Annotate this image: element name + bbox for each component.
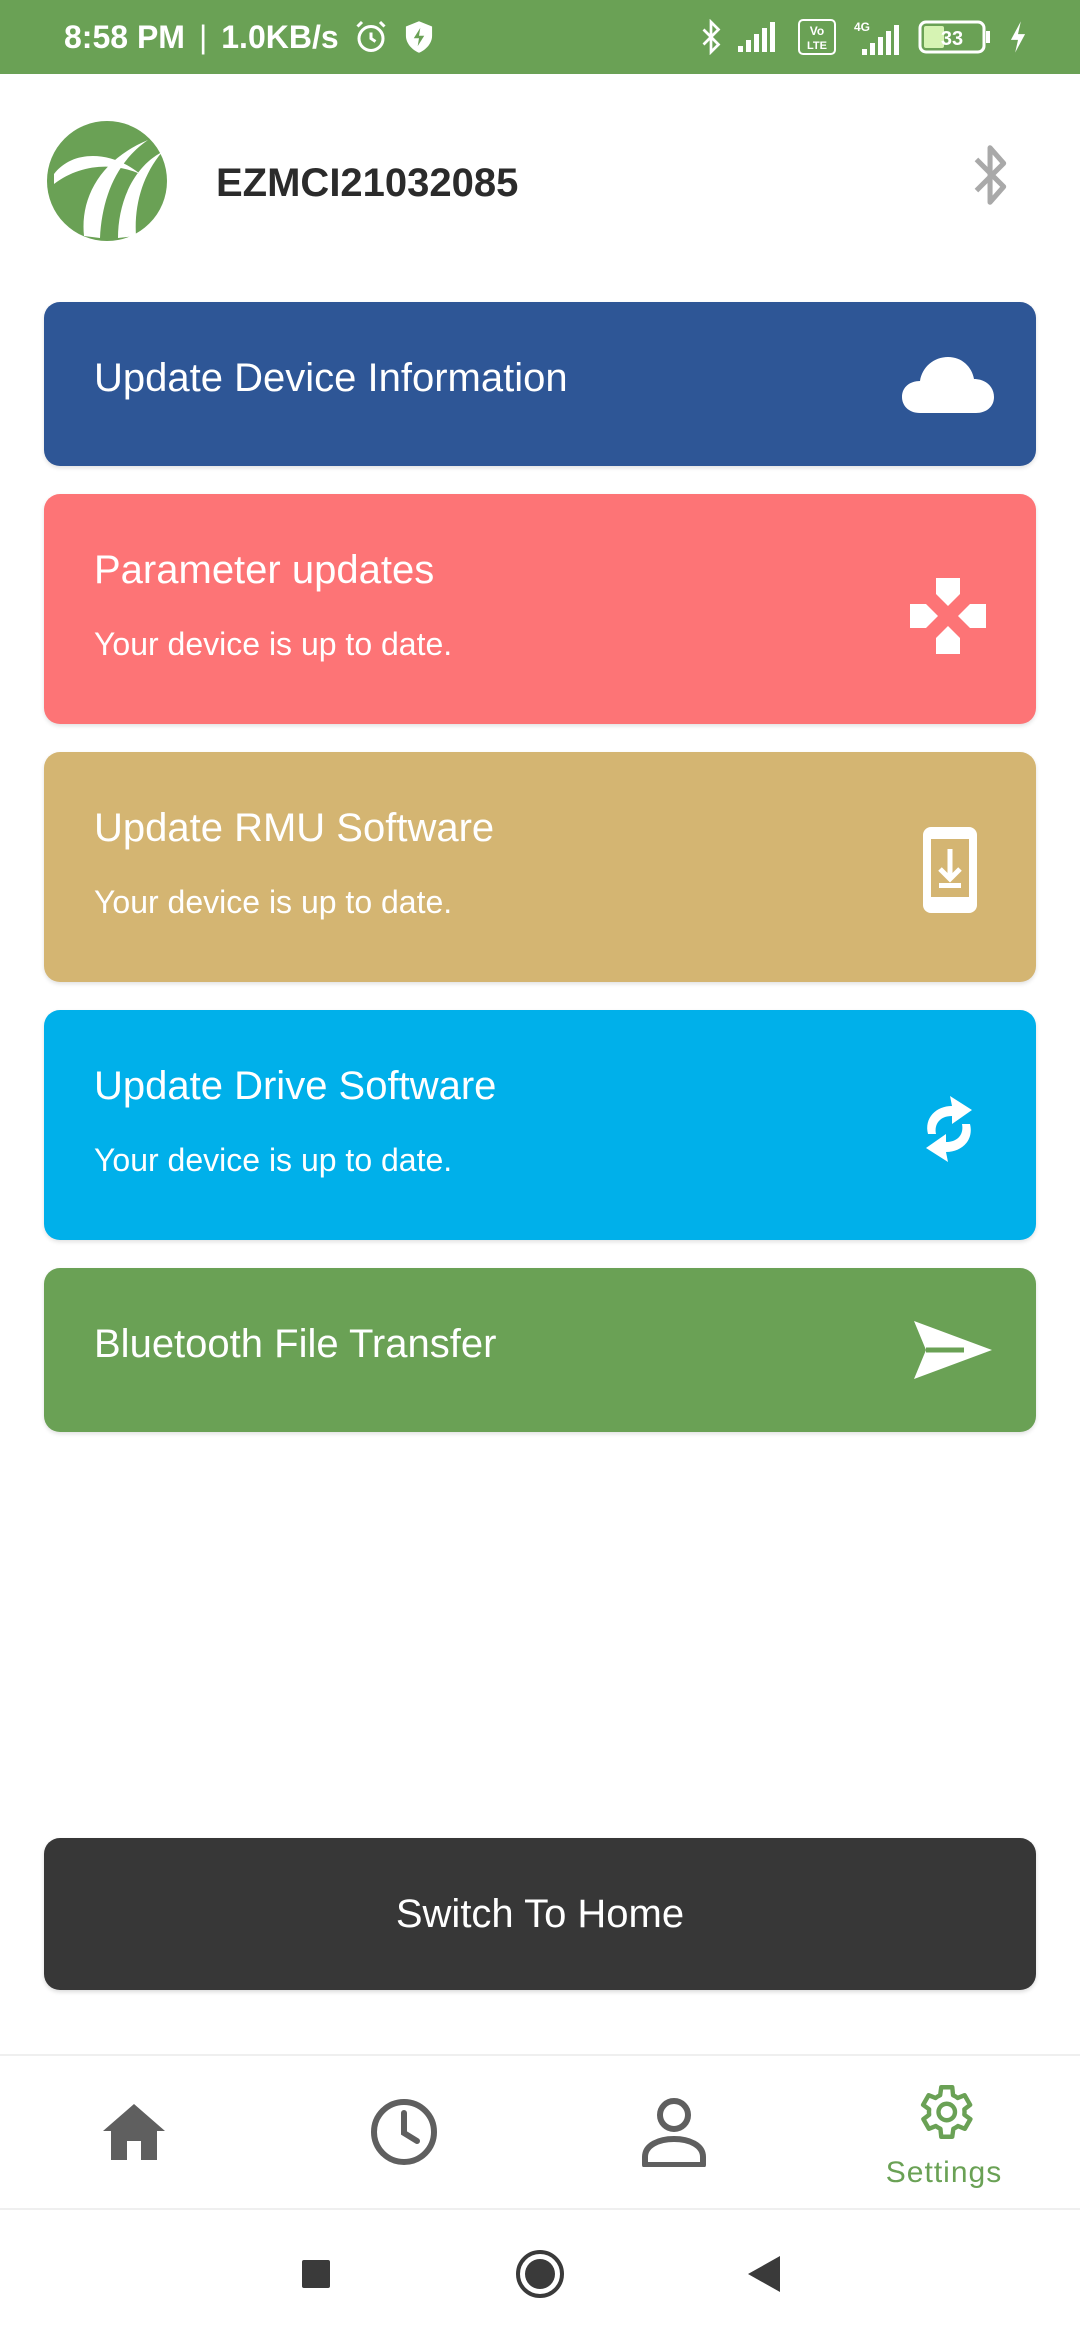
bluetooth-file-transfer-card[interactable]: Bluetooth File Transfer xyxy=(44,1268,1036,1432)
system-nav xyxy=(0,2210,1080,2340)
home-icon xyxy=(99,2101,169,2168)
phone-download-icon xyxy=(918,820,982,920)
volte-text-top: Vo xyxy=(810,24,824,38)
battery-icon: 33 xyxy=(918,19,992,55)
switch-to-home-button[interactable]: Switch To Home xyxy=(44,1838,1036,1990)
shield-icon xyxy=(403,20,435,54)
card-title: Update Device Information xyxy=(94,356,568,400)
parameter-updates-card[interactable]: Parameter updates Your device is up to d… xyxy=(44,494,1036,724)
screen: 8:58 PM | 1.0KB/s Vo LTE 4G 33 EZMCI2103… xyxy=(0,0,1080,2340)
card-title: Update Drive Software xyxy=(94,1064,497,1108)
nav-home[interactable] xyxy=(34,2056,234,2212)
charging-icon xyxy=(1008,20,1028,54)
bottom-nav: Settings xyxy=(0,2054,1080,2210)
recent-apps-icon[interactable] xyxy=(286,2244,346,2304)
battery-level: 33 xyxy=(941,28,963,50)
send-icon xyxy=(906,1312,1000,1388)
update-rmu-software-card[interactable]: Update RMU Software Your device is up to… xyxy=(44,752,1036,982)
bluetooth-status-icon xyxy=(700,19,722,55)
app-header: EZMCI21032085 xyxy=(0,74,1080,264)
card-title: Update RMU Software xyxy=(94,806,495,850)
bluetooth-icon[interactable] xyxy=(968,140,1016,210)
status-bar: 8:58 PM | 1.0KB/s Vo LTE 4G 33 xyxy=(0,0,1080,74)
status-time: 8:58 PM xyxy=(64,18,185,55)
nav-settings-label: Settings xyxy=(885,2155,1003,2189)
volte-icon: Vo LTE xyxy=(798,19,836,55)
cloud-icon xyxy=(900,350,996,420)
card-title: Bluetooth File Transfer xyxy=(94,1322,497,1366)
nav-settings[interactable]: Settings xyxy=(844,2056,1044,2212)
status-separator: | xyxy=(198,18,208,55)
alarm-icon xyxy=(353,19,389,55)
update-drive-software-card[interactable]: Update Drive Software Your device is up … xyxy=(44,1010,1036,1240)
update-device-information-card[interactable]: Update Device Information xyxy=(44,302,1036,466)
gamepad-icon xyxy=(908,576,988,656)
signal-icon xyxy=(738,22,782,52)
device-id: EZMCI21032085 xyxy=(216,161,519,205)
network-4g-label: 4G xyxy=(854,20,870,34)
nav-profile[interactable] xyxy=(574,2056,774,2212)
signal-4g-icon: 4G xyxy=(852,19,902,55)
card-title: Parameter updates xyxy=(94,548,435,592)
gear-icon xyxy=(911,2079,977,2150)
app-logo xyxy=(44,118,170,244)
card-subtitle: Your device is up to date. xyxy=(94,884,453,920)
network-speed: 1.0KB/s xyxy=(221,18,339,55)
volte-text-bottom: LTE xyxy=(807,40,827,52)
person-icon xyxy=(641,2097,707,2172)
home-circle-icon[interactable] xyxy=(510,2244,570,2304)
status-left: 8:58 PM | 1.0KB/s xyxy=(64,19,435,56)
card-subtitle: Your device is up to date. xyxy=(94,1142,453,1178)
clock-icon xyxy=(369,2097,439,2172)
card-subtitle: Your device is up to date. xyxy=(94,626,453,662)
nav-history[interactable] xyxy=(304,2056,504,2212)
sync-icon xyxy=(912,1092,986,1166)
status-right: Vo LTE 4G 33 xyxy=(700,19,1028,55)
back-icon[interactable] xyxy=(734,2244,794,2304)
